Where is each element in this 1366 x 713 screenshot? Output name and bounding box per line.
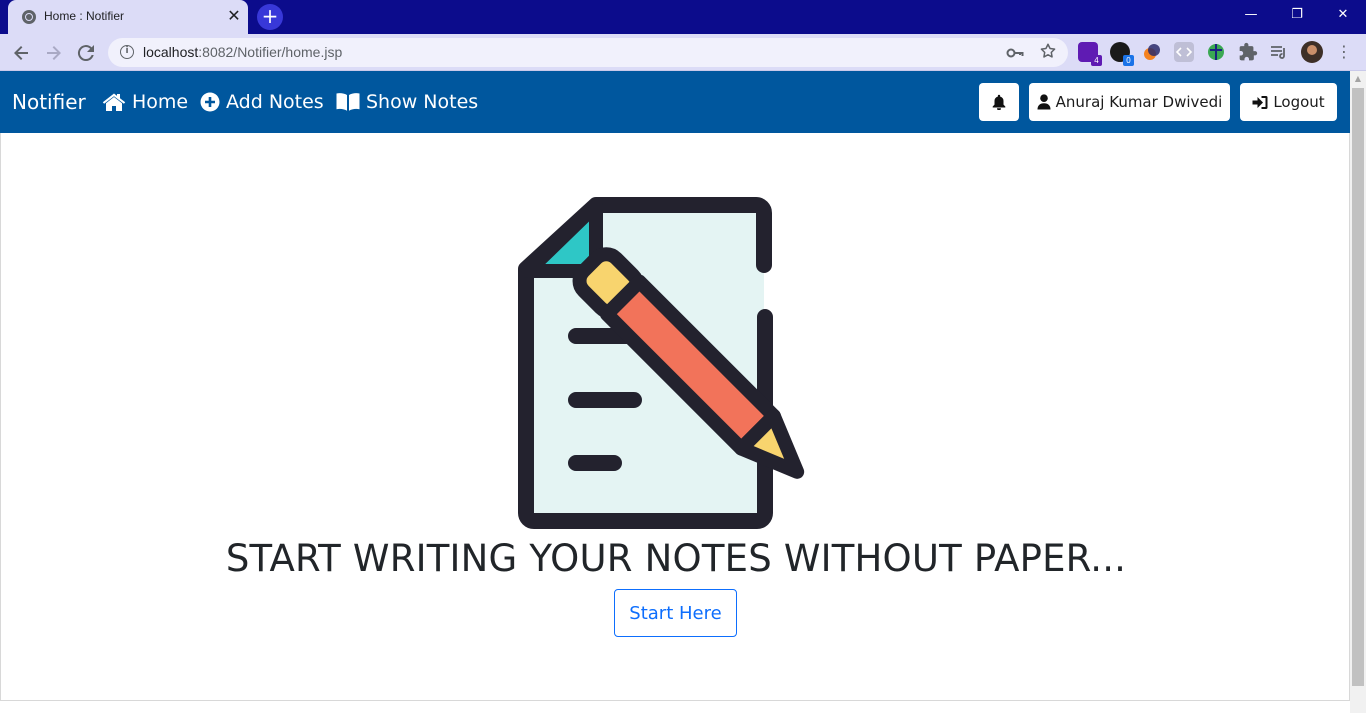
scrollbar-thumb[interactable] (1352, 88, 1364, 686)
logout-button[interactable]: Logout (1240, 83, 1337, 121)
extension-badge: 4 (1091, 55, 1102, 66)
site-info-icon[interactable]: i (120, 45, 134, 59)
nav-show-notes[interactable]: Show Notes (336, 89, 478, 115)
user-profile-button[interactable]: Anuraj Kumar Dwivedi (1029, 83, 1230, 121)
minimize-button[interactable]: — (1228, 0, 1274, 30)
extension-globe-icon[interactable] (1206, 42, 1226, 62)
nav-add-notes-label: Add Notes (226, 91, 324, 113)
restore-button[interactable]: ❐ (1274, 0, 1320, 30)
main-content: START WRITING YOUR NOTES WITHOUT PAPER..… (0, 133, 1350, 701)
notifications-button[interactable] (979, 83, 1019, 121)
home-icon (102, 93, 126, 111)
hero-headline: START WRITING YOUR NOTES WITHOUT PAPER..… (225, 537, 1127, 580)
app-navbar: Notifier Home Add Notes Show Notes Anura… (0, 71, 1350, 133)
url-text: localhost:8082/Notifier/home.jsp (143, 44, 343, 60)
new-tab-button[interactable]: + (257, 4, 283, 30)
browser-toolbar: i localhost:8082/Notifier/home.jsp 4 0 ⋮ (0, 34, 1366, 71)
vertical-scrollbar[interactable]: ▲ (1350, 71, 1366, 713)
user-name: Anuraj Kumar Dwivedi (1055, 93, 1223, 111)
key-icon[interactable] (1004, 42, 1026, 64)
nav-show-notes-label: Show Notes (366, 91, 479, 113)
scroll-up-arrow-icon[interactable]: ▲ (1350, 71, 1366, 87)
nav-home-label: Home (132, 91, 189, 113)
bell-icon (992, 94, 1006, 110)
extension-badge: 0 (1123, 55, 1134, 66)
extension-a-icon[interactable]: 0 (1110, 42, 1134, 66)
start-here-button[interactable]: Start Here (614, 589, 737, 637)
nav-add-notes[interactable]: Add Notes (200, 89, 324, 115)
forward-arrow-icon[interactable] (42, 41, 66, 65)
book-open-icon (336, 93, 360, 111)
browser-tab[interactable]: Home : Notifier ✕ (8, 0, 248, 34)
puzzle-icon[interactable] (1238, 42, 1258, 62)
nav-home[interactable]: Home (102, 89, 188, 115)
globe-icon (22, 10, 36, 24)
note-pencil-icon (518, 197, 805, 529)
extension-s-icon[interactable] (1142, 42, 1162, 62)
brand-logo[interactable]: Notifier (12, 90, 86, 114)
media-list-icon[interactable] (1269, 42, 1289, 62)
window-close-button[interactable]: ✕ (1320, 0, 1366, 30)
reload-icon[interactable] (74, 41, 98, 65)
back-arrow-icon[interactable] (9, 41, 33, 65)
logout-label: Logout (1273, 93, 1325, 111)
user-icon (1037, 94, 1051, 110)
sign-in-icon (1252, 95, 1268, 109)
profile-avatar[interactable] (1301, 41, 1323, 63)
address-bar[interactable]: i localhost:8082/Notifier/home.jsp (108, 38, 1068, 67)
bookmark-star-icon[interactable] (1037, 42, 1059, 64)
tab-title: Home : Notifier (44, 9, 125, 23)
plus-circle-icon (200, 92, 220, 112)
browser-title-bar: Home : Notifier ✕ + — ❐ ✕ (0, 0, 1366, 34)
tab-close-icon[interactable]: ✕ (224, 6, 244, 26)
more-vertical-icon[interactable]: ⋮ (1334, 41, 1354, 63)
code-icon[interactable] (1174, 42, 1194, 62)
extension-stack-icon[interactable]: 4 (1078, 42, 1102, 66)
